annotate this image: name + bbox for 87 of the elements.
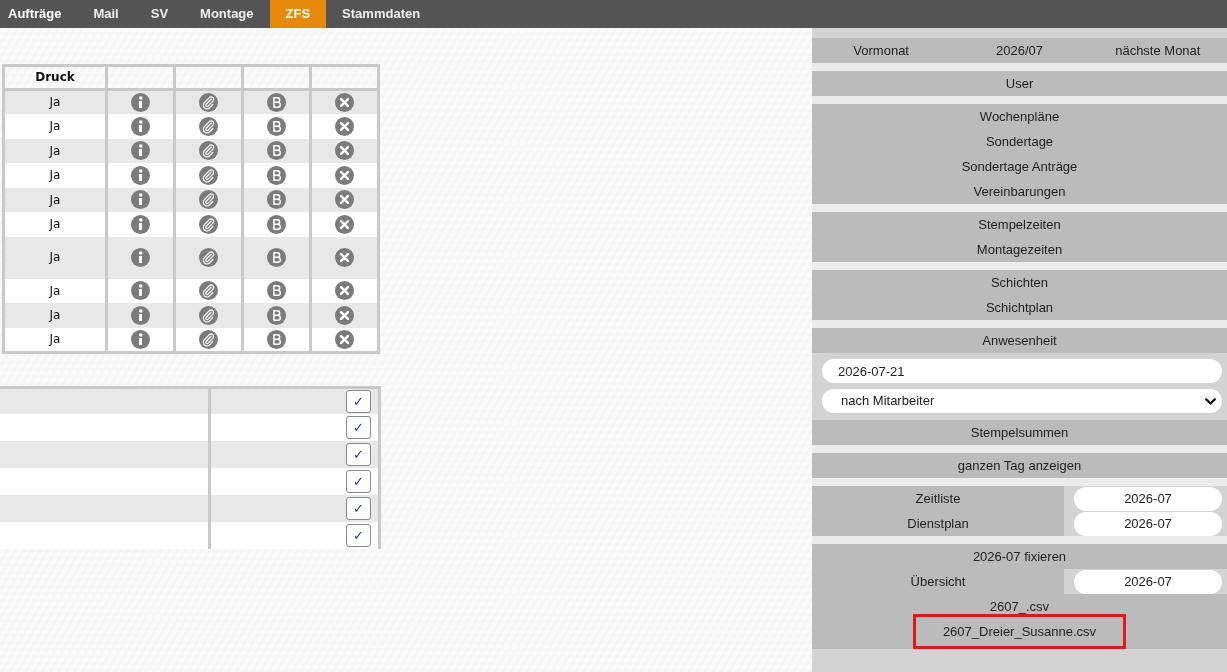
mode-select[interactable]: nach Mitarbeiter bbox=[822, 389, 1222, 413]
menu-link[interactable]: Dienstplan bbox=[812, 511, 1064, 536]
x-circle-icon[interactable] bbox=[335, 93, 354, 112]
table-cell: Ja bbox=[3, 327, 107, 352]
menu-link[interactable]: Stempelsummen bbox=[812, 420, 1227, 445]
info-icon[interactable] bbox=[131, 93, 150, 112]
paperclip-icon[interactable] bbox=[199, 214, 218, 234]
confirm-button[interactable]: ✓ bbox=[346, 497, 371, 520]
info-icon[interactable] bbox=[131, 248, 150, 267]
date-field[interactable]: 2026-07-21 bbox=[822, 359, 1222, 383]
circled-b-icon[interactable] bbox=[267, 305, 286, 325]
paperclip-icon[interactable] bbox=[199, 190, 218, 210]
info-icon[interactable] bbox=[131, 190, 150, 210]
nav-tab[interactable]: Aufträge bbox=[0, 0, 78, 28]
menu-link[interactable]: Stempelzeiten bbox=[812, 212, 1227, 237]
info-icon[interactable] bbox=[131, 305, 150, 325]
paperclip-icon[interactable] bbox=[199, 305, 218, 325]
x-circle-icon[interactable] bbox=[335, 116, 354, 136]
info-icon[interactable] bbox=[131, 214, 150, 234]
circled-b-icon[interactable] bbox=[267, 141, 286, 161]
info-icon[interactable] bbox=[131, 329, 150, 349]
menu-link[interactable]: Schichtplan bbox=[812, 295, 1227, 320]
paperclip-icon[interactable] bbox=[199, 248, 218, 267]
x-circle-icon[interactable] bbox=[335, 305, 354, 325]
paperclip-icon[interactable] bbox=[199, 165, 218, 185]
month-field[interactable]: 2026-07 bbox=[1074, 569, 1222, 594]
paperclip-icon[interactable] bbox=[199, 93, 218, 112]
nav-tab[interactable]: Mail bbox=[77, 0, 135, 28]
paperclip-icon[interactable] bbox=[199, 281, 218, 301]
menu-link[interactable]: ganzen Tag anzeigen bbox=[812, 453, 1227, 478]
nav-tab[interactable]: Montage bbox=[184, 0, 270, 28]
table-cell: Ja bbox=[3, 89, 107, 114]
circled-b-icon[interactable] bbox=[267, 116, 286, 136]
chevron-down-icon bbox=[1205, 398, 1216, 405]
nav-tab[interactable]: SV bbox=[134, 0, 185, 28]
x-circle-icon[interactable] bbox=[335, 190, 354, 210]
info-icon[interactable] bbox=[131, 165, 150, 185]
menu-link[interactable]: 2026-07 fixieren bbox=[812, 544, 1227, 569]
menu-link[interactable]: Sondertage Anträge bbox=[812, 154, 1227, 179]
confirm-button[interactable]: ✓ bbox=[346, 389, 371, 413]
paperclip-icon[interactable] bbox=[199, 329, 218, 349]
circled-b-icon[interactable] bbox=[267, 190, 286, 210]
x-circle-icon[interactable] bbox=[335, 329, 354, 349]
menu-link[interactable]: Anwesenheit bbox=[812, 328, 1227, 353]
prev-month-link[interactable]: Vormonat bbox=[812, 38, 951, 63]
table-cell: Ja bbox=[3, 278, 107, 303]
confirm-button[interactable]: ✓ bbox=[346, 470, 371, 493]
menu-link[interactable]: Übersicht bbox=[812, 569, 1064, 594]
table-cell: Ja bbox=[3, 303, 107, 328]
menu-link[interactable]: Vereinbarungen bbox=[812, 179, 1227, 204]
table-cell: Ja bbox=[3, 163, 107, 188]
menu-link[interactable]: Zeitliste bbox=[812, 486, 1064, 511]
menu-link[interactable]: Wochenpläne bbox=[812, 104, 1227, 129]
table-cell: Ja bbox=[3, 138, 107, 163]
next-month-link[interactable]: nächste Monat bbox=[1088, 38, 1227, 63]
month-field[interactable]: 2026-07 bbox=[1074, 511, 1222, 536]
paperclip-icon[interactable] bbox=[199, 116, 218, 136]
current-month-label: 2026/07 bbox=[995, 42, 1044, 60]
confirm-button[interactable]: ✓ bbox=[346, 524, 371, 547]
paperclip-icon[interactable] bbox=[199, 141, 218, 161]
circled-b-icon[interactable] bbox=[267, 248, 286, 267]
info-icon[interactable] bbox=[131, 116, 150, 136]
menu-link[interactable]: Sondertage bbox=[812, 129, 1227, 154]
menu-link[interactable]: Montagezeiten bbox=[812, 237, 1227, 262]
month-field[interactable]: 2026-07 bbox=[1074, 486, 1222, 511]
confirm-button[interactable]: ✓ bbox=[346, 416, 371, 439]
circled-b-icon[interactable] bbox=[267, 281, 286, 301]
x-circle-icon[interactable] bbox=[335, 165, 354, 185]
table-cell: Ja bbox=[3, 187, 107, 212]
circled-b-icon[interactable] bbox=[267, 93, 286, 112]
file-link[interactable]: 2607_Dreier_Susanne.csv bbox=[912, 614, 1127, 649]
x-circle-icon[interactable] bbox=[335, 141, 354, 161]
x-circle-icon[interactable] bbox=[335, 281, 354, 301]
menu-link[interactable]: Schichten bbox=[812, 270, 1227, 295]
nav-tab[interactable]: Stammdaten bbox=[326, 0, 437, 28]
table-cell: Ja bbox=[3, 212, 107, 237]
x-circle-icon[interactable] bbox=[335, 214, 354, 234]
table-cell: Ja bbox=[3, 236, 107, 279]
confirm-button[interactable]: ✓ bbox=[346, 443, 371, 466]
x-circle-icon[interactable] bbox=[335, 248, 354, 267]
table-cell: Ja bbox=[3, 114, 107, 139]
circled-b-icon[interactable] bbox=[267, 165, 286, 185]
circled-b-icon[interactable] bbox=[267, 329, 286, 349]
info-icon[interactable] bbox=[131, 141, 150, 161]
menu-link[interactable]: User bbox=[812, 71, 1227, 96]
info-icon[interactable] bbox=[131, 281, 150, 301]
circled-b-icon[interactable] bbox=[267, 214, 286, 234]
